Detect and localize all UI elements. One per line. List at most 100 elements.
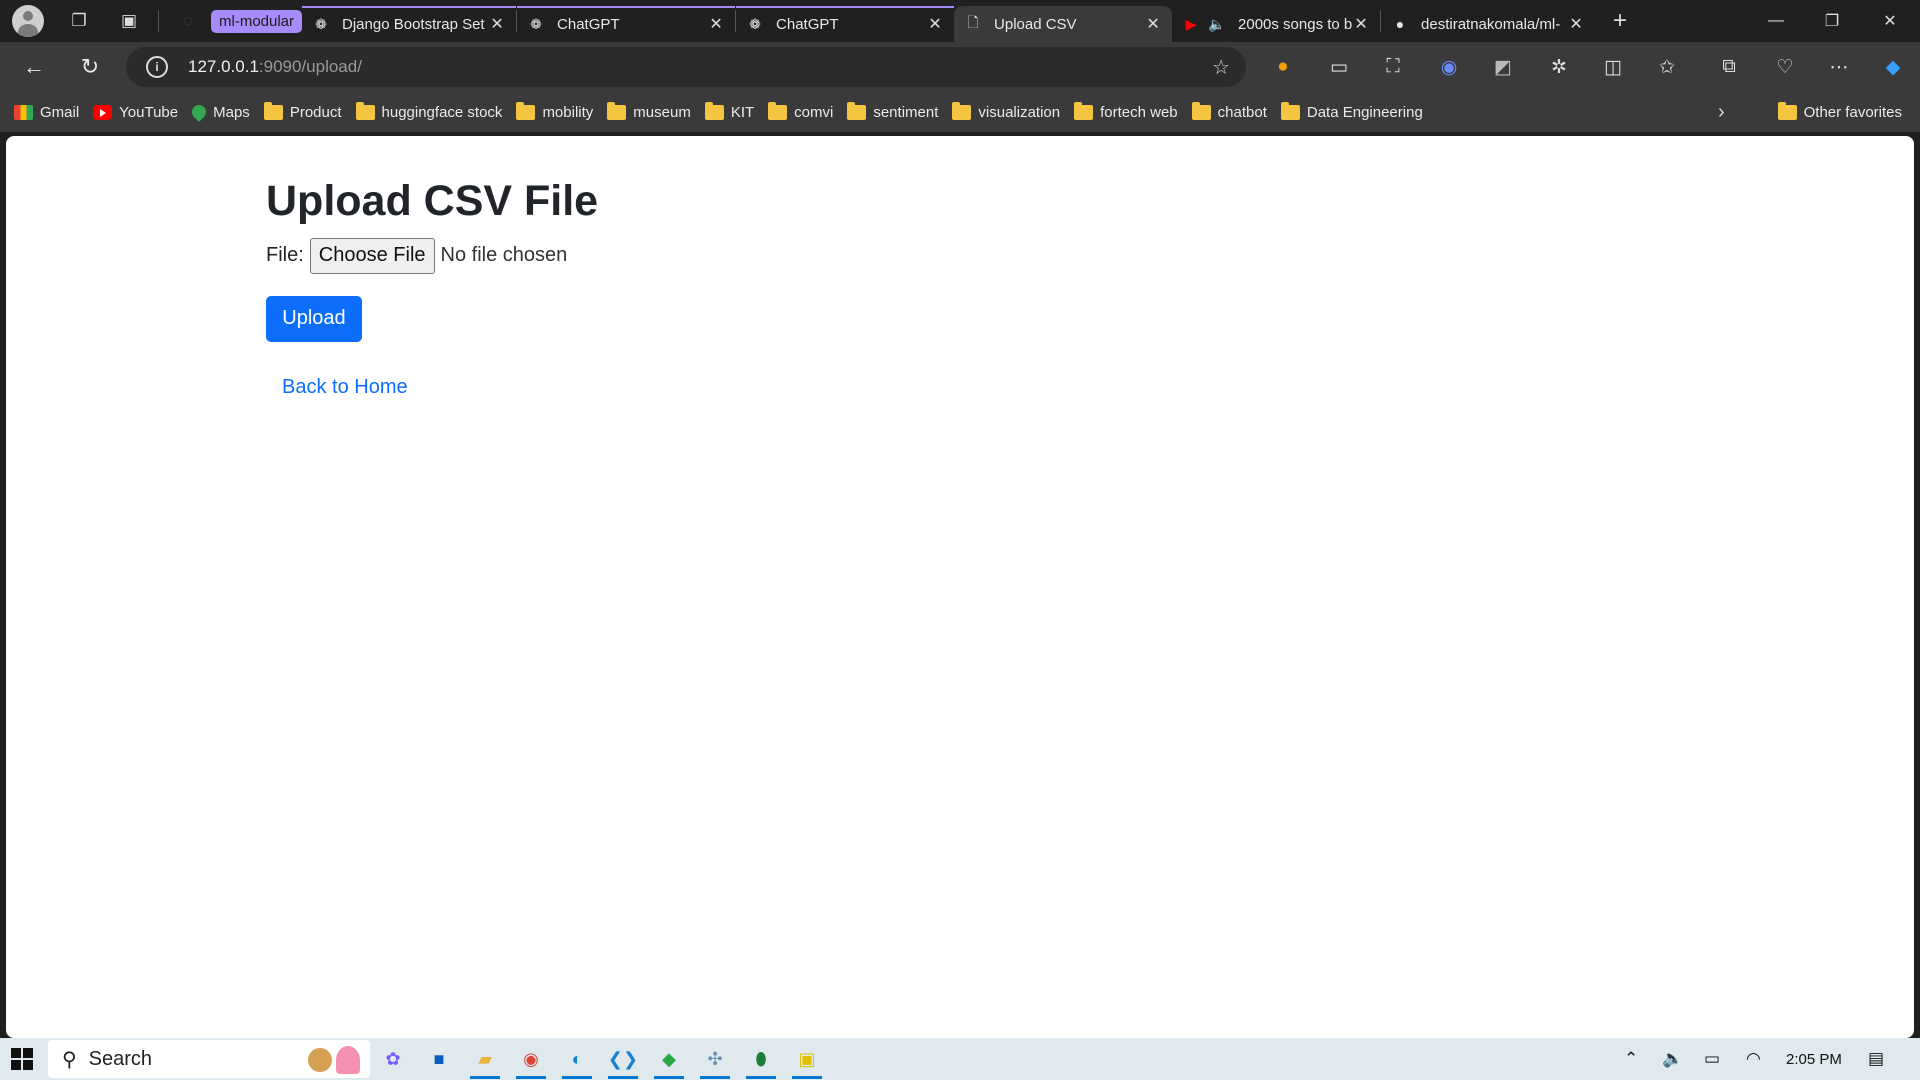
- profile-avatar[interactable]: [12, 5, 44, 37]
- folder-icon: [847, 101, 867, 120]
- folder-icon: [1191, 101, 1211, 120]
- screenshot-icon[interactable]: ⛶: [1376, 50, 1410, 84]
- bookmark-folder-chatbot[interactable]: chatbot: [1191, 101, 1267, 121]
- speaker-icon[interactable]: 🔈: [1208, 15, 1226, 33]
- close-icon[interactable]: ✕: [1144, 14, 1162, 34]
- chrome-icon[interactable]: ◉: [516, 1044, 546, 1079]
- taskbar-search[interactable]: ⚲ Search: [48, 1040, 370, 1078]
- tab-separator: [158, 10, 159, 32]
- tab-django-bootstrap[interactable]: ❁ Django Bootstrap Set ✕: [302, 6, 517, 42]
- extensions-puzzle-icon[interactable]: ✲: [1542, 50, 1576, 84]
- folder-icon: [355, 101, 375, 120]
- extension-icon[interactable]: ◉: [1432, 50, 1466, 84]
- bookmark-folder-data-engineering[interactable]: Data Engineering: [1280, 101, 1423, 121]
- tab-chatgpt-1[interactable]: ❁ ChatGPT ✕: [517, 6, 736, 42]
- bookmark-folder-comvi[interactable]: comvi: [768, 101, 833, 121]
- favorites-icon[interactable]: ✩: [1650, 50, 1684, 84]
- close-icon[interactable]: ✕: [488, 14, 506, 34]
- folder-icon: [952, 101, 972, 120]
- volume-icon[interactable]: 🔈: [1662, 1038, 1683, 1080]
- notifications-icon[interactable]: ▤: [1868, 1038, 1884, 1080]
- sticky-notes-icon[interactable]: ▣: [792, 1044, 822, 1079]
- new-tab-icon[interactable]: +: [1605, 6, 1635, 36]
- copilot-app-icon[interactable]: ✿: [378, 1044, 408, 1074]
- tab-github[interactable]: ● destiratnakomala/ml- ✕: [1381, 6, 1595, 42]
- windows-start-icon[interactable]: [11, 1048, 33, 1070]
- close-icon[interactable]: ✕: [707, 14, 725, 34]
- clock-time[interactable]: 2:05 PM: [1786, 1038, 1842, 1080]
- bookmark-youtube[interactable]: YouTube: [93, 104, 178, 121]
- refresh-icon[interactable]: ↻: [68, 47, 112, 87]
- youtube-icon: [93, 104, 113, 120]
- search-icon: ⚲: [62, 1048, 77, 1071]
- choose-file-button[interactable]: Choose File: [309, 237, 435, 274]
- back-arrow-icon[interactable]: ←: [12, 47, 56, 87]
- edge-icon[interactable]: ◐: [562, 1044, 592, 1079]
- bookmark-folder-fortech-web[interactable]: fortech web: [1074, 101, 1178, 121]
- upload-form-container: Upload CSV File File: Choose File No fil…: [266, 176, 598, 399]
- bookmark-folder-visualization[interactable]: visualization: [952, 101, 1060, 121]
- bookmark-folder-sentiment[interactable]: sentiment: [847, 101, 938, 121]
- browser-essentials-icon[interactable]: ♡: [1768, 50, 1802, 84]
- tab-title: Django Bootstrap Set: [342, 15, 485, 33]
- copilot-icon[interactable]: ◆: [1876, 50, 1910, 84]
- site-info-icon[interactable]: i: [146, 56, 168, 78]
- chatgpt-icon: ❁: [530, 15, 542, 32]
- bookmark-folder-kit[interactable]: KIT: [704, 101, 754, 121]
- browser-tab-bar: ❐ ▣ ◌ ml-modular ❁ Django Bootstrap Set …: [0, 0, 1920, 42]
- extension-icon[interactable]: ●: [1266, 50, 1300, 84]
- close-icon[interactable]: ✕: [1567, 14, 1585, 34]
- folder-icon: [1280, 101, 1300, 120]
- github-icon: ●: [1395, 16, 1405, 32]
- bookmark-folder-product[interactable]: Product: [263, 101, 342, 121]
- bookmark-folder-mobility[interactable]: mobility: [516, 101, 593, 121]
- chevron-up-icon[interactable]: ⌃: [1624, 1038, 1638, 1080]
- bookmark-other-favorites[interactable]: Other favorites: [1777, 92, 1902, 132]
- page-icon: 🗋: [967, 14, 979, 30]
- folder-icon: [704, 101, 724, 120]
- tab-youtube-songs[interactable]: ▶ 🔈 2000s songs to b ✕: [1172, 6, 1380, 42]
- chatgpt-icon: ❁: [749, 15, 761, 32]
- app-icon[interactable]: ✣: [700, 1044, 730, 1079]
- file-explorer-icon[interactable]: ▰: [470, 1044, 500, 1079]
- folder-icon: [1074, 101, 1094, 120]
- vscode-icon[interactable]: ❮❯: [608, 1044, 638, 1079]
- tab-actions-icon[interactable]: ▣: [114, 6, 144, 36]
- folder-icon: [516, 101, 536, 120]
- mongodb-icon[interactable]: ⬮: [746, 1044, 776, 1079]
- battery-icon[interactable]: ▭: [1704, 1038, 1720, 1080]
- collections-icon[interactable]: ⧉: [1712, 50, 1746, 84]
- minimize-icon[interactable]: —: [1748, 0, 1804, 42]
- back-to-home-link[interactable]: Back to Home: [282, 376, 598, 399]
- bookmark-gmail[interactable]: Gmail: [14, 104, 79, 121]
- chevron-right-icon[interactable]: ›: [1718, 92, 1725, 132]
- bookmark-maps[interactable]: Maps: [189, 102, 250, 122]
- tab-chatgpt-2[interactable]: ❁ ChatGPT ✕: [736, 6, 955, 42]
- more-options-icon[interactable]: ⋯: [1822, 50, 1856, 84]
- app-available-icon[interactable]: ▭: [1322, 50, 1356, 84]
- url-text[interactable]: 127.0.0.1:9090/upload/: [188, 57, 362, 77]
- close-icon[interactable]: ✕: [926, 14, 944, 34]
- store-icon[interactable]: ■: [424, 1044, 454, 1074]
- favorite-star-icon[interactable]: ☆: [1212, 55, 1230, 80]
- extension-icon[interactable]: ◩: [1486, 50, 1520, 84]
- collapsed-group-icon[interactable]: ◌: [173, 6, 203, 36]
- close-window-icon[interactable]: ✕: [1862, 0, 1918, 42]
- upload-button[interactable]: Upload: [266, 295, 362, 342]
- cupcake-icon: [336, 1046, 360, 1074]
- app-icon[interactable]: ◆: [654, 1044, 684, 1079]
- restore-icon[interactable]: ❐: [1804, 0, 1860, 42]
- tab-title: 2000s songs to b: [1238, 15, 1353, 33]
- wifi-icon[interactable]: ◠: [1746, 1038, 1761, 1080]
- workspaces-icon[interactable]: ❐: [64, 6, 94, 36]
- bookmark-folder-huggingface[interactable]: huggingface stock: [355, 101, 502, 121]
- address-bar[interactable]: i 127.0.0.1:9090/upload/ ☆: [126, 47, 1246, 87]
- close-icon[interactable]: ✕: [1352, 14, 1370, 34]
- split-screen-icon[interactable]: ◫: [1596, 50, 1630, 84]
- tab-group-label[interactable]: ml-modular: [211, 9, 303, 33]
- bookmark-folder-museum[interactable]: museum: [607, 101, 691, 121]
- cookie-icon: [308, 1048, 332, 1072]
- tab-upload-csv[interactable]: 🗋 Upload CSV ✕: [954, 6, 1173, 42]
- tab-title: Upload CSV: [994, 15, 1077, 33]
- folder-icon: [768, 101, 788, 120]
